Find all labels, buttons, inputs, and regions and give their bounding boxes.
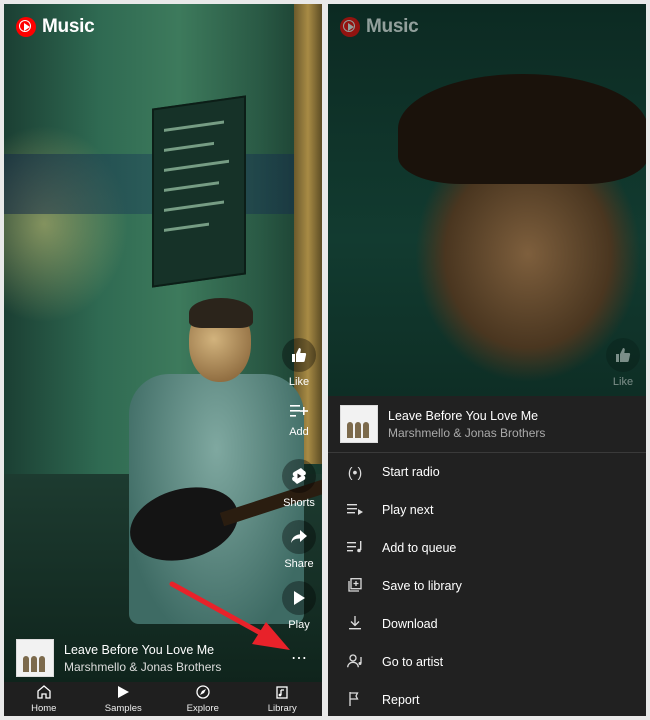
video-subject xyxy=(109,298,322,634)
nav-library[interactable]: Library xyxy=(247,685,317,714)
samples-icon xyxy=(88,685,158,702)
song-artist: Marshmello & Jonas Brothers xyxy=(64,659,222,674)
album-art-thumbnail xyxy=(340,405,378,443)
song-title: Leave Before You Love Me xyxy=(64,642,215,657)
youtube-music-logo-icon xyxy=(16,17,36,37)
share-icon xyxy=(282,520,316,554)
menu-download[interactable]: Download xyxy=(328,605,646,643)
explore-icon xyxy=(168,684,238,702)
nav-samples[interactable]: Samples xyxy=(88,685,158,714)
like-button-dimmed: Like xyxy=(598,338,646,388)
save-library-icon xyxy=(328,577,382,595)
youtube-music-logo-icon xyxy=(340,17,360,37)
nav-home[interactable]: Home xyxy=(9,684,79,714)
sheet-song-artist: Marshmello & Jonas Brothers xyxy=(388,425,546,440)
play-button[interactable]: Play xyxy=(274,581,322,631)
play-next-icon xyxy=(328,502,382,518)
options-bottom-sheet: Leave Before You Love Me Marshmello & Jo… xyxy=(328,396,646,716)
queue-icon xyxy=(328,540,382,556)
bottom-navigation: Home Samples Explore Library xyxy=(4,682,322,716)
sheet-song-header: Leave Before You Love Me Marshmello & Jo… xyxy=(328,396,646,453)
play-icon xyxy=(282,581,316,615)
video-subject-hair xyxy=(398,74,646,184)
download-icon xyxy=(328,615,382,633)
left-screen: Music Like Add Shorts Share Play Leave B… xyxy=(4,4,322,716)
menu-go-to-artist[interactable]: Go to artist xyxy=(328,643,646,681)
mini-player[interactable]: Leave Before You Love Me Marshmello & Jo… xyxy=(4,634,322,682)
subway-sign xyxy=(152,95,246,288)
library-icon xyxy=(247,685,317,702)
app-brand: Music xyxy=(16,16,95,38)
shorts-icon xyxy=(282,459,316,493)
share-button[interactable]: Share xyxy=(274,520,322,570)
nav-explore[interactable]: Explore xyxy=(168,684,238,714)
playlist-add-icon xyxy=(282,400,316,422)
like-button[interactable]: Like xyxy=(274,338,322,388)
menu-play-next[interactable]: Play next xyxy=(328,491,646,529)
home-icon xyxy=(9,684,79,702)
album-art-thumbnail xyxy=(16,639,54,677)
shorts-button[interactable]: Shorts xyxy=(274,459,322,509)
menu-add-to-queue[interactable]: Add to queue xyxy=(328,529,646,567)
menu-save-to-library[interactable]: Save to library xyxy=(328,567,646,605)
artist-icon xyxy=(328,653,382,671)
menu-start-radio[interactable]: (•) Start radio xyxy=(328,453,646,491)
thumb-up-icon xyxy=(282,338,316,372)
radio-icon: (•) xyxy=(347,464,363,480)
more-options-icon[interactable]: ⋯ xyxy=(291,648,308,668)
menu-report[interactable]: Report xyxy=(328,681,646,716)
add-button[interactable]: Add xyxy=(274,400,322,438)
brand-name: Music xyxy=(42,16,95,37)
right-screen: Music Like Leave Before You Love Me Mars… xyxy=(328,4,646,716)
report-flag-icon xyxy=(328,691,382,709)
thumb-up-icon xyxy=(606,338,640,372)
sheet-song-title: Leave Before You Love Me xyxy=(388,408,539,423)
app-brand-dimmed: Music xyxy=(340,16,419,38)
